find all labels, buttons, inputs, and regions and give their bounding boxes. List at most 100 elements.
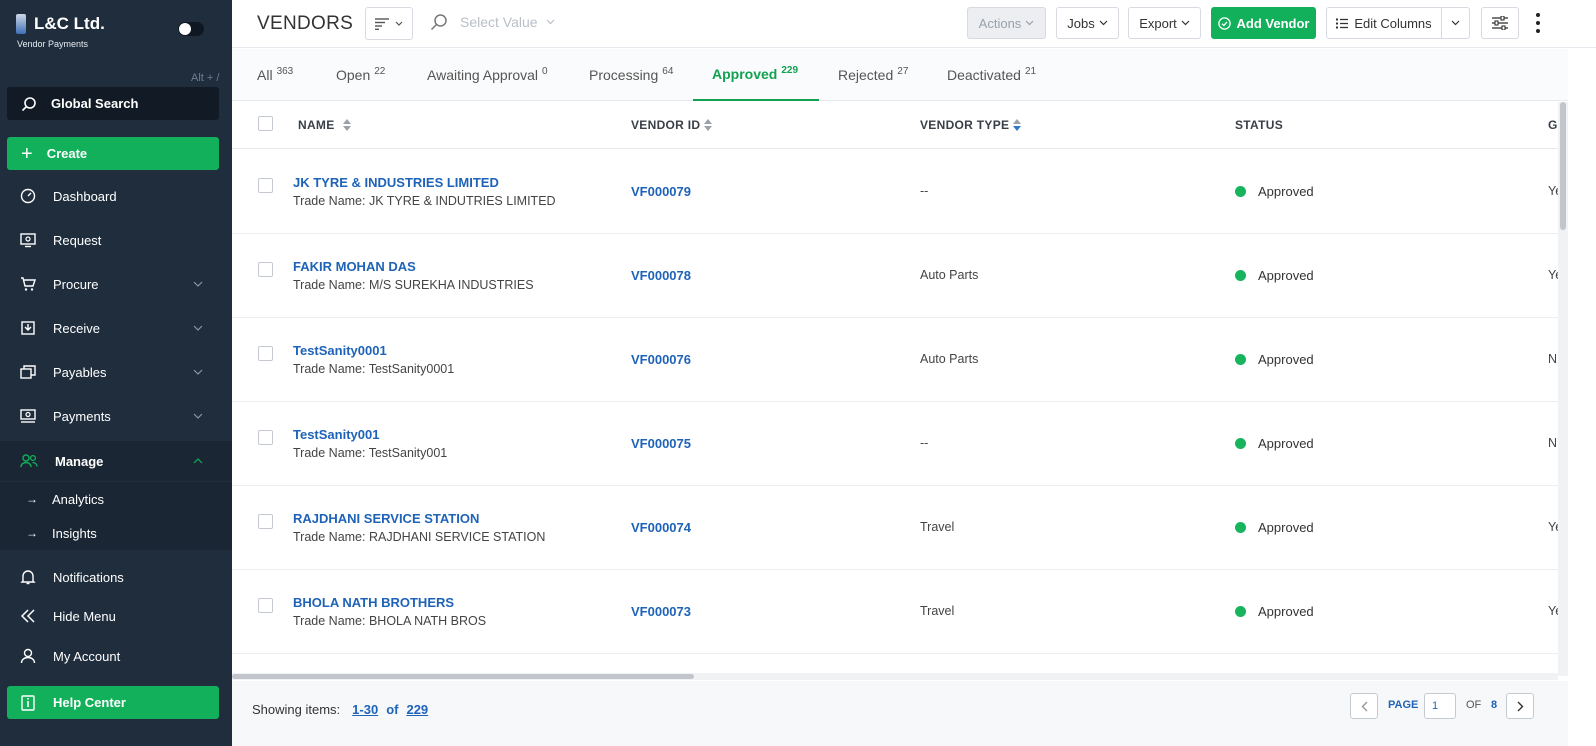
sort-icon[interactable] (342, 119, 351, 131)
view-filter-button[interactable] (365, 7, 413, 40)
status-badge: Approved (1235, 352, 1314, 367)
theme-toggle[interactable] (178, 22, 204, 36)
prev-page-button[interactable] (1350, 693, 1378, 719)
table-row[interactable]: JK TYRE & INDUSTRIES LIMITED Trade Name:… (232, 150, 1558, 234)
edit-columns-dropdown[interactable] (1441, 7, 1470, 39)
select-all-checkbox[interactable] (258, 116, 273, 131)
vendor-id-link[interactable]: VF000076 (631, 352, 691, 367)
tab-open[interactable]: Open 22 (336, 49, 385, 101)
truncated-cell: Ye (1548, 268, 1558, 282)
sidebar-item-manage[interactable]: Manage (0, 441, 232, 481)
vertical-scrollbar-thumb[interactable] (1560, 102, 1566, 230)
column-header-vendor-id[interactable]: VENDOR ID (631, 118, 713, 132)
arrow-right-icon: → (26, 492, 38, 506)
row-checkbox[interactable] (258, 598, 273, 613)
chevron-down-icon (193, 369, 203, 375)
status-label: Approved (1258, 268, 1314, 283)
sidebar-item-request[interactable]: Request (0, 220, 232, 260)
brand-subtitle: Vendor Payments (17, 39, 89, 49)
sidebar-item-payables[interactable]: Payables (0, 352, 232, 392)
edit-columns-button[interactable]: Edit Columns (1326, 7, 1442, 39)
sidebar-subitem-label: Insights (52, 525, 97, 541)
column-header-g[interactable]: G (1548, 118, 1558, 132)
sidebar-item-dashboard[interactable]: Dashboard (0, 176, 232, 216)
vendor-name-link[interactable]: RAJDHANI SERVICE STATION (293, 511, 479, 526)
row-checkbox[interactable] (258, 430, 273, 445)
more-options-icon[interactable] (1534, 11, 1542, 35)
vendor-name-link[interactable]: FAKIR MOHAN DAS (293, 259, 416, 274)
sidebar-item-procure[interactable]: Procure (0, 264, 232, 304)
horizontal-scrollbar-thumb[interactable] (232, 674, 694, 679)
tab-approved[interactable]: Approved 229 (693, 49, 819, 101)
chevron-down-icon (193, 325, 203, 331)
sidebar-item-my-account[interactable]: My Account (0, 636, 232, 676)
sidebar-item-label: Notifications (53, 569, 124, 585)
filter-settings-button[interactable] (1481, 7, 1519, 39)
sort-icon[interactable] (704, 119, 713, 131)
status-dot-icon (1235, 522, 1246, 533)
vendor-id-link[interactable]: VF000075 (631, 436, 691, 451)
tab-count: 0 (542, 65, 548, 77)
user-icon (20, 648, 36, 664)
create-button[interactable]: + Create (7, 137, 219, 170)
vendor-name-link[interactable]: BHOLA NATH BROTHERS (293, 595, 454, 610)
table-row[interactable]: RAJDHANI SERVICE STATION Trade Name: RAJ… (232, 486, 1558, 570)
table-row[interactable]: TestSanity001 Trade Name: TestSanity001 … (232, 402, 1558, 486)
sort-desc-icon[interactable] (1013, 119, 1022, 131)
vendor-name-link[interactable]: TestSanity001 (293, 427, 379, 442)
sidebar-item-payments[interactable]: Payments (0, 396, 232, 436)
select-value-dropdown[interactable]: Select Value (430, 13, 567, 31)
vendor-name-link[interactable]: TestSanity0001 (293, 343, 387, 358)
sidebar-subitem-analytics[interactable]: → Analytics (0, 482, 232, 516)
row-checkbox[interactable] (258, 514, 273, 529)
sidebar-item-label: Request (53, 232, 102, 248)
row-checkbox[interactable] (258, 178, 273, 193)
row-checkbox[interactable] (258, 346, 273, 361)
column-header-name[interactable]: NAME (298, 118, 351, 132)
page-number-input[interactable]: 1 (1424, 693, 1456, 719)
table-row[interactable]: FAKIR MOHAN DAS Trade Name: M/S SUREKHA … (232, 234, 1558, 318)
tab-label: Processing (589, 67, 659, 83)
tab-rejected[interactable]: Rejected 27 (838, 49, 908, 101)
total-items-link[interactable]: 229 (406, 702, 428, 717)
create-label: Create (46, 146, 88, 161)
table-row[interactable]: TestSanity0001 Trade Name: TestSanity000… (232, 318, 1558, 402)
tab-count: 229 (781, 64, 799, 76)
sidebar-item-notifications[interactable]: Notifications (0, 557, 232, 597)
column-header-vendor-type[interactable]: VENDOR TYPE (920, 118, 1022, 132)
tab-all[interactable]: All 363 (257, 49, 293, 101)
actions-button[interactable]: Actions (967, 7, 1046, 39)
sidebar-item-hide-menu[interactable]: Hide Menu (0, 596, 232, 636)
sidebar-subitem-insights[interactable]: → Insights (0, 516, 232, 550)
global-search-button[interactable]: Global Search (7, 87, 219, 120)
vendor-type: Travel (920, 520, 955, 534)
vendor-name-link[interactable]: JK TYRE & INDUSTRIES LIMITED (293, 175, 499, 190)
select-value-placeholder: Select Value (460, 14, 538, 30)
next-page-button[interactable] (1506, 693, 1534, 719)
chevron-down-icon (1451, 20, 1460, 26)
add-vendor-button[interactable]: Add Vendor (1211, 7, 1316, 39)
vendor-id-link[interactable]: VF000074 (631, 520, 691, 535)
tab-awaiting-approval[interactable]: Awaiting Approval 0 (427, 49, 548, 101)
vendor-id-link[interactable]: VF000073 (631, 604, 691, 619)
range-link[interactable]: 1-30 (352, 702, 378, 717)
jobs-button[interactable]: Jobs (1056, 7, 1119, 39)
sidebar-item-receive[interactable]: Receive (0, 308, 232, 348)
chevron-down-icon (193, 413, 203, 419)
chevron-down-icon (395, 21, 403, 26)
tab-processing[interactable]: Processing 64 (589, 49, 673, 101)
export-button[interactable]: Export (1128, 7, 1201, 39)
tab-label: Open (336, 67, 371, 83)
vendor-id-link[interactable]: VF000079 (631, 184, 691, 199)
status-label: Approved (1258, 520, 1314, 535)
tab-label: All (257, 67, 273, 83)
row-checkbox[interactable] (258, 262, 273, 277)
vendor-id-link[interactable]: VF000078 (631, 268, 691, 283)
tab-deactivated[interactable]: Deactivated 21 (947, 49, 1036, 101)
help-center-button[interactable]: Help Center (7, 686, 219, 719)
global-search-label: Global Search (51, 96, 139, 111)
sidebar-item-label: My Account (53, 648, 121, 664)
brand[interactable]: L&C Ltd. (16, 14, 105, 34)
table-row[interactable]: BHOLA NATH BROTHERS Trade Name: BHOLA NA… (232, 570, 1558, 654)
column-header-status[interactable]: STATUS (1235, 118, 1283, 132)
